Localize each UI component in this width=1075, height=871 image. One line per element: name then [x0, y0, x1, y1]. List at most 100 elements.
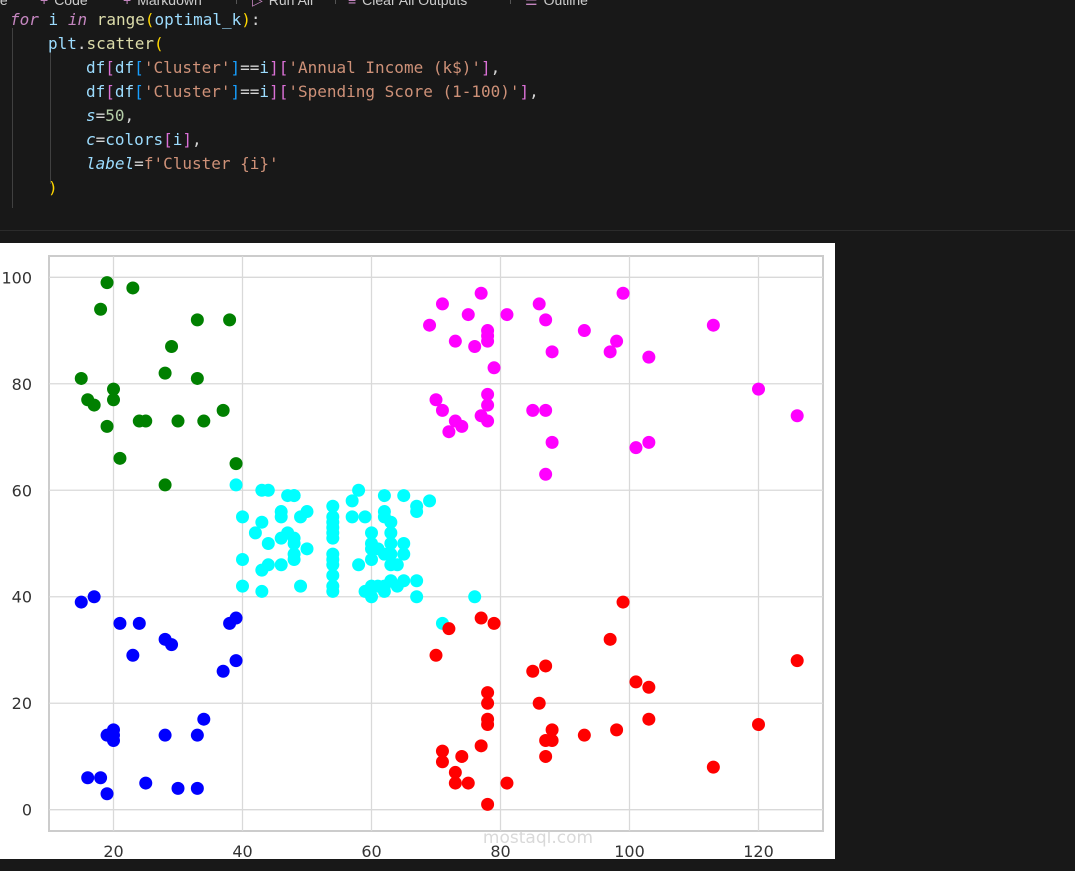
data-point-cluster-1 [165, 340, 179, 354]
data-point-cluster-1 [216, 403, 230, 417]
code-cell[interactable]: for i in range(optimal_k): plt.scatter( … [0, 8, 1075, 230]
y-tick-label: 60 [12, 481, 32, 500]
data-point-cluster-4 [577, 324, 591, 338]
run-all-icon: ▷ [252, 0, 263, 8]
data-point-cluster-0 [94, 771, 108, 785]
data-point-cluster-2 [326, 558, 340, 572]
data-point-cluster-3 [481, 696, 495, 710]
data-point-cluster-0 [171, 781, 185, 795]
data-point-cluster-3 [706, 760, 720, 774]
data-point-cluster-2 [300, 542, 314, 556]
data-point-cluster-4 [642, 435, 656, 449]
code-line-5: s=50, [86, 106, 135, 125]
data-point-cluster-2 [423, 494, 437, 508]
data-point-cluster-3 [481, 797, 495, 811]
plus-icon: + [40, 0, 49, 8]
data-point-cluster-1 [158, 478, 172, 492]
data-point-cluster-3 [539, 749, 553, 763]
toolbar-divider [510, 0, 511, 4]
data-point-cluster-3 [642, 680, 656, 694]
plus-icon: + [123, 0, 132, 8]
data-point-cluster-3 [610, 723, 624, 737]
data-point-cluster-4 [448, 334, 462, 348]
data-point-cluster-1 [139, 414, 153, 428]
code-line-6: c=colors[i], [86, 130, 202, 149]
data-point-cluster-1 [190, 371, 204, 385]
data-point-cluster-3 [526, 664, 540, 678]
data-point-cluster-4 [539, 467, 553, 481]
data-point-cluster-3 [500, 776, 514, 790]
data-point-cluster-2 [352, 558, 366, 572]
data-point-cluster-3 [448, 765, 462, 779]
data-point-cluster-4 [545, 345, 559, 359]
toolbar-divider [335, 0, 336, 4]
code-line-2: plt.scatter( [48, 34, 164, 53]
clear-outputs-icon: ≡ [348, 0, 357, 8]
data-point-cluster-4 [481, 414, 495, 428]
data-point-cluster-3 [539, 659, 553, 673]
data-point-cluster-2 [274, 510, 288, 524]
data-point-cluster-1 [190, 313, 204, 327]
data-point-cluster-2 [468, 590, 482, 604]
data-point-cluster-3 [429, 648, 443, 662]
data-point-cluster-4 [539, 313, 553, 327]
data-point-cluster-4 [481, 329, 495, 343]
indent-guide [12, 28, 13, 208]
data-point-cluster-1 [100, 276, 114, 290]
code-line-1: for i in range(optimal_k): [10, 10, 261, 29]
data-point-cluster-1 [113, 451, 127, 465]
data-point-cluster-3 [435, 755, 449, 769]
data-point-cluster-2 [326, 584, 340, 598]
data-point-cluster-4 [706, 318, 720, 332]
data-point-cluster-2 [397, 537, 411, 550]
data-point-cluster-4 [752, 382, 765, 396]
data-point-cluster-1 [100, 419, 114, 433]
data-point-cluster-0 [107, 728, 120, 742]
data-point-cluster-4 [461, 308, 475, 322]
data-point-cluster-4 [487, 361, 501, 375]
data-point-cluster-3 [455, 749, 469, 763]
data-point-cluster-4 [610, 334, 624, 348]
y-tick-label: 20 [12, 694, 32, 713]
cell-divider [0, 230, 1075, 231]
code-line-7: label=f'Cluster {i}' [86, 154, 279, 173]
data-point-cluster-2 [397, 489, 411, 503]
data-point-cluster-1 [229, 457, 243, 471]
data-point-cluster-0 [190, 728, 204, 742]
data-point-cluster-2 [358, 510, 372, 524]
data-point-cluster-4 [500, 308, 514, 322]
add-markdown-button[interactable]: + Markdown [123, 0, 202, 8]
data-point-cluster-2 [294, 579, 308, 593]
data-point-cluster-0 [81, 771, 95, 785]
data-point-cluster-2 [236, 552, 249, 566]
data-point-cluster-4 [629, 441, 643, 455]
data-point-cluster-3 [474, 739, 488, 753]
y-tick-label: 100 [1, 268, 32, 287]
data-point-cluster-3 [442, 622, 456, 636]
data-point-cluster-2 [261, 537, 275, 550]
data-point-cluster-3 [481, 718, 495, 732]
data-point-cluster-2 [352, 483, 366, 497]
toolbar-item-execute[interactable]: te [0, 0, 8, 8]
clear-all-outputs-button[interactable]: ≡ Clear All Outputs [348, 0, 467, 8]
data-point-cluster-2 [261, 558, 275, 572]
data-point-cluster-2 [287, 552, 301, 566]
data-point-cluster-1 [87, 398, 101, 412]
data-point-cluster-3 [487, 616, 501, 630]
data-point-cluster-2 [326, 499, 340, 513]
data-point-cluster-0 [229, 611, 243, 625]
data-point-cluster-4 [545, 435, 559, 449]
data-point-cluster-1 [126, 281, 140, 295]
data-point-cluster-4 [616, 286, 630, 300]
data-point-cluster-0 [216, 664, 230, 678]
data-point-cluster-4 [539, 403, 553, 417]
data-point-cluster-1 [197, 414, 211, 428]
add-code-button[interactable]: + Code [40, 0, 88, 8]
data-point-cluster-2 [377, 489, 391, 503]
data-point-cluster-0 [158, 728, 172, 742]
x-tick-label: 20 [103, 842, 123, 859]
plot-area [48, 255, 824, 832]
data-point-cluster-0 [229, 654, 243, 668]
data-point-cluster-4 [642, 350, 656, 364]
data-point-cluster-3 [545, 723, 559, 737]
